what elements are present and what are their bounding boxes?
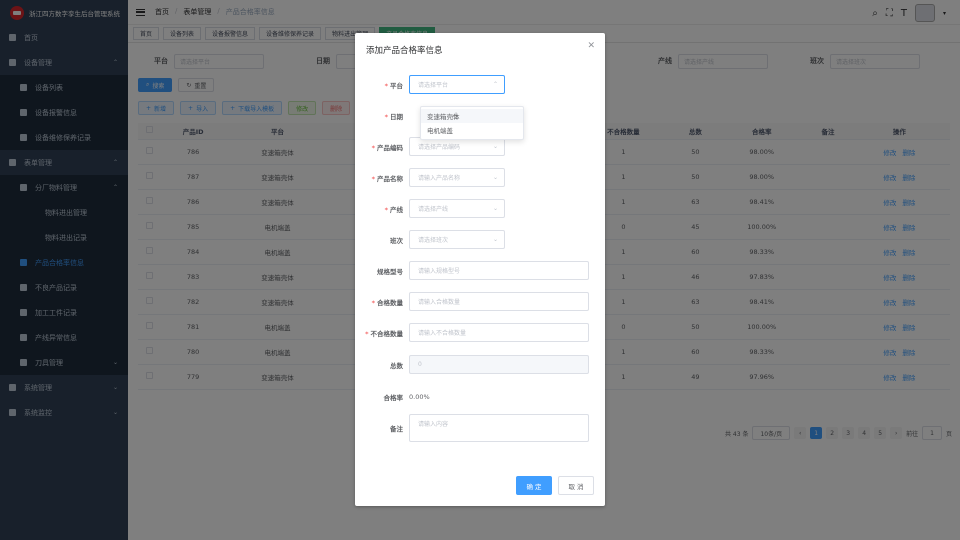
rate-value: 0.00% bbox=[409, 392, 430, 401]
chevron-down-icon: ⌄ bbox=[492, 174, 498, 181]
name-placeholder: 请输入产品名称 bbox=[418, 175, 461, 182]
add-pass-rate-dialog: 添加产品合格率信息 ✕ * 平台 请选择平台 ⌃ * 日期 * 产品编码 请选择产品编码… bbox=[355, 33, 605, 506]
platform-placeholder: 请选择平台 bbox=[418, 82, 449, 89]
platform-dropdown: 变速箱壳体 电机端盖 bbox=[420, 106, 524, 140]
chevron-down-icon: ⌄ bbox=[492, 205, 498, 212]
remark-textarea[interactable]: 请输入内容 bbox=[409, 413, 589, 442]
code-label: * 产品编码 bbox=[371, 143, 403, 152]
date-label: * 日期 bbox=[384, 112, 403, 121]
close-icon[interactable]: ✕ bbox=[587, 41, 595, 51]
form-item-date: * 日期 bbox=[355, 106, 409, 125]
qualified-label: * 合格数量 bbox=[371, 298, 403, 307]
platform-select[interactable]: 请选择平台 ⌃ bbox=[409, 75, 505, 94]
total-input: 0 bbox=[409, 355, 589, 374]
shift-select[interactable]: 请选择班次 ⌄ bbox=[409, 230, 505, 249]
form-item-total: 总数 0 bbox=[355, 355, 589, 374]
form-item-platform: * 平台 请选择平台 ⌃ bbox=[355, 75, 505, 94]
spec-label: 规格型号 bbox=[377, 267, 403, 276]
name-label: * 产品名称 bbox=[371, 174, 403, 183]
line-placeholder: 请选择产线 bbox=[418, 206, 449, 213]
form-item-spec: 规格型号 请输入规格型号 bbox=[355, 261, 589, 280]
line-label: * 产线 bbox=[384, 205, 403, 214]
form-item-name: * 产品名称 请输入产品名称 ⌄ bbox=[355, 168, 505, 187]
product-name-select[interactable]: 请输入产品名称 ⌄ bbox=[409, 168, 505, 187]
remark-label: 备注 bbox=[390, 424, 403, 433]
form-item-qualified: * 合格数量 请输入合格数量 bbox=[355, 292, 589, 311]
shift-label: 班次 bbox=[390, 236, 403, 245]
form-item-shift: 班次 请选择班次 ⌄ bbox=[355, 230, 505, 249]
dropdown-option[interactable]: 变速箱壳体 bbox=[421, 109, 523, 123]
dialog-title: 添加产品合格率信息 bbox=[366, 46, 443, 56]
cancel-button[interactable]: 取 消 bbox=[558, 476, 594, 495]
rate-label: 合格率 bbox=[383, 393, 404, 402]
form-item-line: * 产线 请选择产线 ⌄ bbox=[355, 199, 505, 218]
spec-input[interactable]: 请输入规格型号 bbox=[409, 261, 589, 280]
chevron-up-icon: ⌃ bbox=[492, 81, 498, 88]
form-item-rate: 合格率 0.00% bbox=[355, 387, 430, 406]
form-item-remark: 备注 请输入内容 bbox=[355, 413, 589, 442]
platform-label: * 平台 bbox=[384, 81, 403, 90]
chevron-down-icon: ⌄ bbox=[492, 236, 498, 243]
confirm-button[interactable]: 确 定 bbox=[516, 476, 552, 495]
unqualified-label: * 不合格数量 bbox=[365, 329, 403, 338]
qualified-qty-input[interactable]: 请输入合格数量 bbox=[409, 292, 589, 311]
line-select[interactable]: 请选择产线 ⌄ bbox=[409, 199, 505, 218]
pointer-cursor-icon: ☝ bbox=[452, 112, 458, 122]
code-placeholder: 请选择产品编码 bbox=[418, 144, 461, 151]
shift-placeholder: 请选择班次 bbox=[418, 237, 449, 244]
chevron-down-icon: ⌄ bbox=[492, 143, 498, 150]
dialog-footer: 确 定 取 消 bbox=[516, 476, 594, 495]
dropdown-option[interactable]: 电机端盖 bbox=[421, 123, 523, 137]
form-item-unqualified: * 不合格数量 请输入不合格数量 bbox=[355, 323, 589, 342]
unqualified-qty-input[interactable]: 请输入不合格数量 bbox=[409, 323, 589, 342]
total-label: 总数 bbox=[390, 361, 403, 370]
